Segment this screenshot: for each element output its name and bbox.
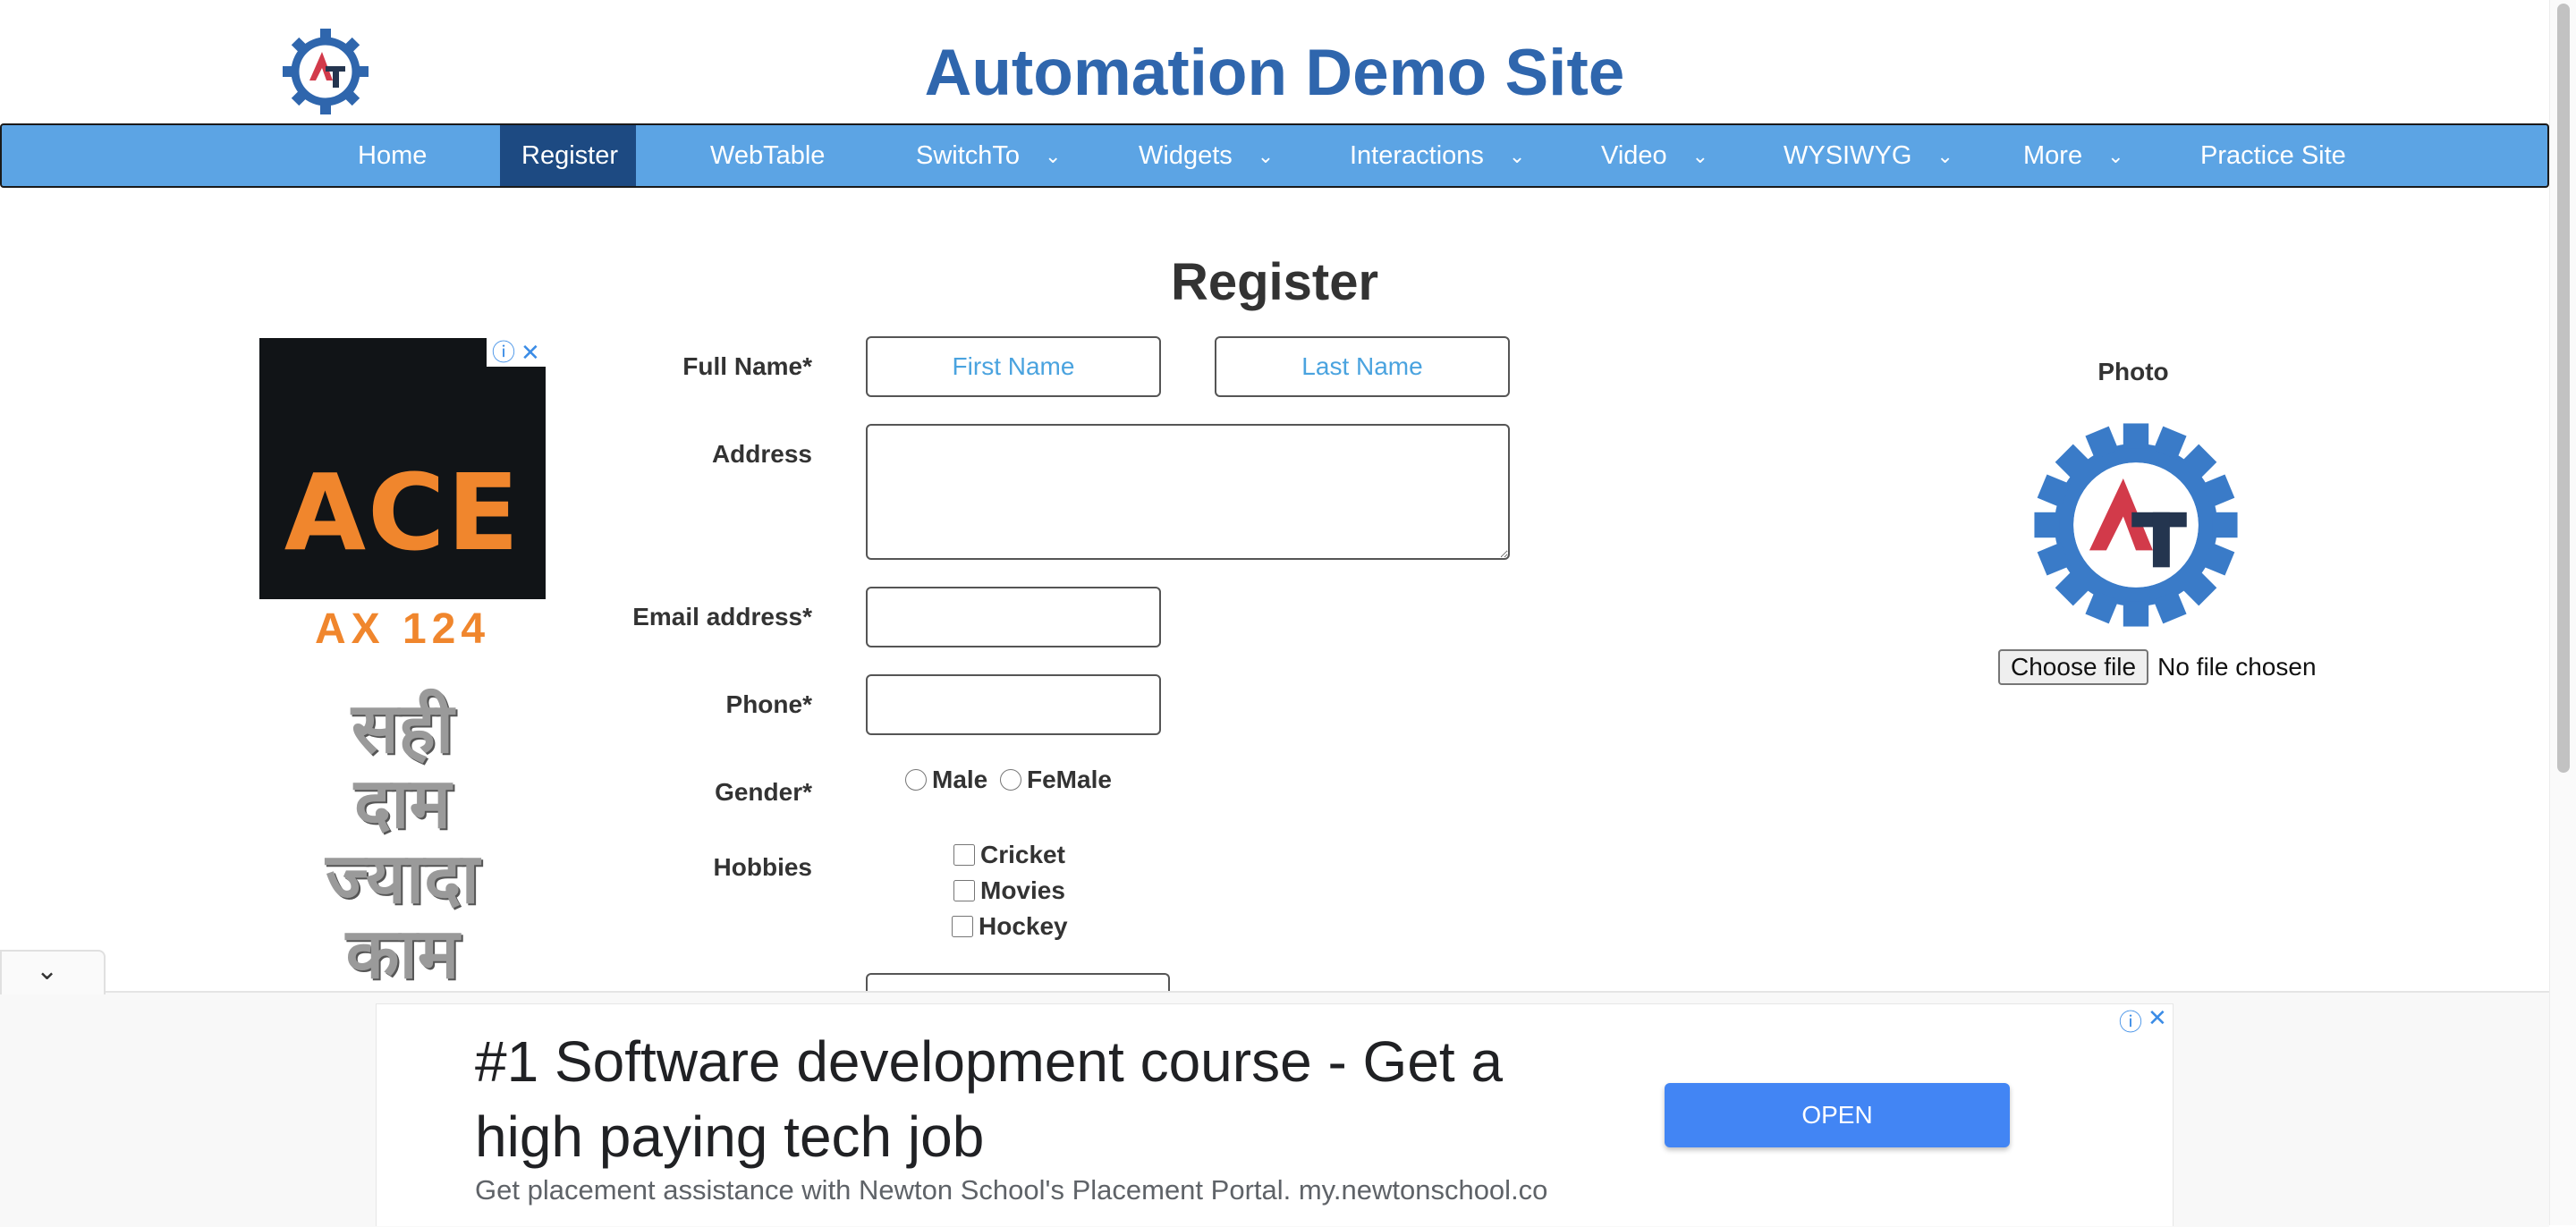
nav-register[interactable]: Register [500,125,636,186]
gender-label: Gender* [715,778,812,806]
chevron-down-icon: ⌄ [1257,145,1275,168]
hobby-movies-checkbox[interactable] [953,880,975,901]
ad-headline[interactable]: #1 Software development course - Get a h… [475,1024,1584,1174]
nav-widgets[interactable]: Widgets ⌄ [1117,125,1295,186]
nav-video-label: Video [1601,141,1667,170]
close-icon[interactable]: ✕ [2148,1004,2167,1032]
full-name-label: Full Name* [682,352,812,380]
photo-preview-logo-icon [2034,423,2238,627]
first-name-input[interactable] [866,336,1161,397]
gender-male-option[interactable]: Male [905,766,987,794]
main-nav: Home Register WebTable SwitchTo ⌄ Widgets… [0,123,2549,188]
site-title: Automation Demo Site [924,37,1625,109]
hobby-hockey-label: Hockey [979,912,1068,940]
gender-male-radio[interactable] [905,769,927,791]
bottom-ad[interactable]: #1 Software development course - Get a h… [376,1003,2174,1226]
nav-webtable-label: WebTable [710,141,826,170]
address-label: Address [711,440,812,468]
left-ad-banner[interactable]: ACE AX 124 सही दाम ज्यादा काम ⓘ ✕ [259,338,546,991]
nav-more-label: More [2023,141,2083,170]
email-label: Email address* [632,603,812,630]
ad-open-button[interactable]: OPEN [1665,1083,2010,1147]
hobby-cricket-checkbox[interactable] [953,844,975,866]
choose-file-button[interactable]: Choose file [1998,649,2149,685]
info-icon[interactable]: ⓘ [2119,1004,2142,1037]
nav-home-label: Home [358,141,428,170]
collapse-ad-button[interactable]: ⌄ [0,950,106,994]
photo-label: Photo [2097,358,2169,385]
nav-practice-site[interactable]: Practice Site [2179,125,2368,186]
file-upload: Choose file No file chosen [1998,649,2317,685]
hobbies-label: Hobbies [713,853,812,881]
nav-home[interactable]: Home [336,125,448,186]
nav-widgets-label: Widgets [1139,141,1233,170]
nav-switchto[interactable]: SwitchTo ⌄ [894,125,1082,186]
hobby-cricket-label: Cricket [980,841,1065,868]
nav-interactions-label: Interactions [1350,141,1484,170]
chevron-down-icon: ⌄ [2107,145,2124,168]
nav-practice-site-label: Practice Site [2200,141,2346,170]
file-status: No file chosen [2157,653,2317,681]
gender-male-label: Male [932,766,988,793]
hobby-hockey-checkbox[interactable] [952,916,973,937]
address-textarea[interactable] [866,424,1510,560]
last-name-input[interactable] [1215,336,1510,397]
nav-wysiwyg-label: WYSIWYG [1784,141,1912,170]
gender-female-label: FeMale [1027,766,1112,793]
page-scrollbar[interactable] [2549,0,2576,1225]
nav-switchto-label: SwitchTo [916,141,1021,170]
ad-hindi-line: काम [345,914,460,991]
chevron-down-icon: ⌄ [1045,145,1062,168]
gender-female-radio[interactable] [1000,769,1021,791]
nav-interactions[interactable]: Interactions ⌄ [1328,125,1546,186]
ad-brand: ACE [284,451,521,574]
page-title: Register [1170,253,1379,311]
hobby-movies-option[interactable]: Movies [953,876,1065,905]
email-field[interactable] [866,587,1161,647]
gender-female-option[interactable]: FeMale [1000,766,1112,794]
nav-wysiwyg[interactable]: WYSIWYG ⌄ [1762,125,1975,186]
chevron-down-icon: ⌄ [1936,145,1953,168]
chevron-down-icon: ⌄ [36,956,59,986]
hobby-hockey-option[interactable]: Hockey [952,912,1068,941]
nav-webtable[interactable]: WebTable [689,125,846,186]
chevron-down-icon: ⌄ [1691,145,1709,168]
ad-subtext: Get placement assistance with Newton Sch… [475,1174,1548,1206]
hobby-movies-label: Movies [980,876,1065,904]
hobby-cricket-option[interactable]: Cricket [953,841,1065,869]
scrollbar-thumb[interactable] [2557,4,2570,773]
chevron-down-icon: ⌄ [1508,145,1526,168]
phone-field[interactable] [866,674,1161,735]
nav-video[interactable]: Video ⌄ [1580,125,1730,186]
nav-more[interactable]: More ⌄ [2002,125,2146,186]
nav-register-label: Register [521,141,618,170]
phone-label: Phone* [725,690,812,718]
